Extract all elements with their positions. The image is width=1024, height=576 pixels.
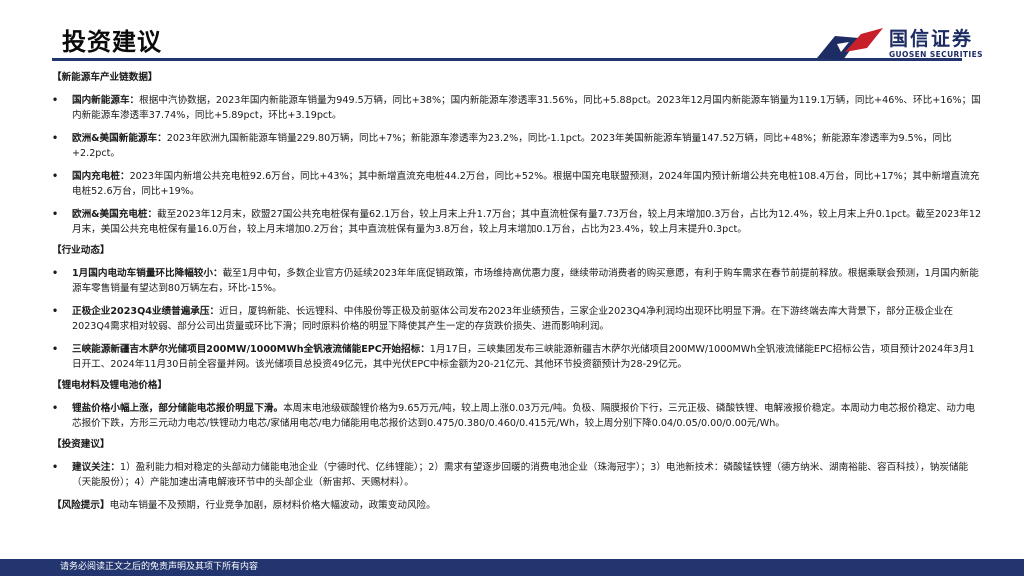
bullet-lead: 建议关注：	[72, 462, 120, 473]
bullet-lead: 锂盐价格小幅上涨，部分储能电芯报价明显下滑。	[72, 403, 284, 414]
footer-disclaimer: 请务必阅读正文之后的免责声明及其项下所有内容	[60, 562, 259, 572]
bullet-item: • 锂盐价格小幅上涨，部分储能电芯报价明显下滑。本周末电池级碳酸锂价格为9.65万…	[52, 401, 982, 431]
risk-warning-label: 【风险提示】	[52, 500, 110, 511]
bullet-dot: •	[52, 268, 59, 279]
bullet-lead: 正极企业2023Q4业绩普遍承压：	[72, 306, 220, 317]
bullet-lead: 欧洲&美国新能源车：	[72, 133, 167, 144]
report-body: 【新能源车产业链数据】 • 国内新能源车：根据中汽协数据，2023年国内新能源车销…	[52, 70, 982, 513]
bullet-item: • 欧洲&美国充电桩：截至2023年12月末，欧盟27国公共充电桩保有量62.1万…	[52, 207, 982, 237]
bullet-dot: •	[52, 95, 59, 106]
bullet-item: • 国内新能源车：根据中汽协数据，2023年国内新能源车销量为949.5万辆，同比…	[52, 93, 982, 123]
section-heading-battery-prices: 【锂电材料及锂电池价格】	[52, 380, 168, 391]
page-title: 投资建议	[62, 28, 162, 56]
bullet-item: • 建议关注：1）盈利能力相对稳定的头部动力储能电池企业（宁德时代、亿纬锂能）；2…	[52, 460, 982, 490]
risk-warning-text: 电动车销量不及预期，行业竞争加剧，原材料价格大幅波动，政策变动风险。	[109, 500, 436, 511]
bullet-item: • 三峡能源新疆吉木萨尔光储项目200MW/1000MWh全钒液流储能EPC开始招…	[52, 342, 982, 372]
bullet-lead: 欧洲&美国充电桩：	[72, 209, 158, 220]
bullet-text: 1）盈利能力相对稳定的头部动力储能电池企业（宁德时代、亿纬锂能）；2）需求有望逐…	[72, 462, 969, 488]
bullet-lead: 国内充电桩：	[72, 171, 130, 182]
bullet-text: 2023年欧洲九国新能源车销量229.80万辆，同比+7%；新能源车渗透率为23…	[72, 133, 952, 159]
risk-warning: 【风险提示】电动车销量不及预期，行业竞争加剧，原材料价格大幅波动，政策变动风险。	[52, 498, 982, 513]
bullet-text: 截至2023年12月末，欧盟27国公共充电桩保有量62.1万台，较上月末上升1.…	[72, 209, 982, 235]
bullet-item: • 1月国内电动车销量环比降幅较小：截至1月中旬，多数企业官方仍延续2023年年底…	[52, 266, 982, 296]
bullet-dot: •	[52, 171, 59, 182]
guosen-logo-mark-icon	[817, 28, 883, 60]
bullet-lead: 国内新能源车：	[72, 95, 140, 106]
bullet-lead: 三峡能源新疆吉木萨尔光储项目200MW/1000MWh全钒液流储能EPC开始招标…	[72, 344, 430, 355]
section-heading-industry-news: 【行业动态】	[52, 245, 110, 256]
section-heading-investment-advice: 【投资建议】	[52, 439, 110, 450]
bullet-dot: •	[52, 209, 59, 220]
bullet-dot: •	[52, 344, 59, 355]
bullet-dot: •	[52, 403, 59, 414]
guosen-logo: 国信证券 GUOSEN SECURITIES	[815, 22, 1005, 64]
bullet-item: • 欧洲&美国新能源车：2023年欧洲九国新能源车销量229.80万辆，同比+7%…	[52, 131, 982, 161]
section-heading-ev-data: 【新能源车产业链数据】	[52, 72, 158, 83]
bullet-dot: •	[52, 306, 59, 317]
bullet-lead: 1月国内电动车销量环比降幅较小：	[72, 268, 223, 279]
logo-name-cn: 国信证券	[889, 28, 974, 50]
bullet-text: 2023年国内新增公共充电桩92.6万台，同比+43%；其中新增直流充电桩44.…	[72, 171, 980, 197]
bullet-dot: •	[52, 133, 59, 144]
bullet-item: • 国内充电桩：2023年国内新增公共充电桩92.6万台，同比+43%；其中新增直…	[52, 169, 982, 199]
logo-name-en: GUOSEN SECURITIES	[889, 50, 983, 59]
bullet-dot: •	[52, 462, 59, 473]
bullet-text: 根据中汽协数据，2023年国内新能源车销量为949.5万辆，同比+38%；国内新…	[72, 95, 981, 121]
footer-bar: 请务必阅读正文之后的免责声明及其项下所有内容	[0, 559, 1024, 576]
bullet-item: • 正极企业2023Q4业绩普遍承压：近日，厦钨新能、长远锂科、中伟股份等正极及前…	[52, 304, 982, 334]
